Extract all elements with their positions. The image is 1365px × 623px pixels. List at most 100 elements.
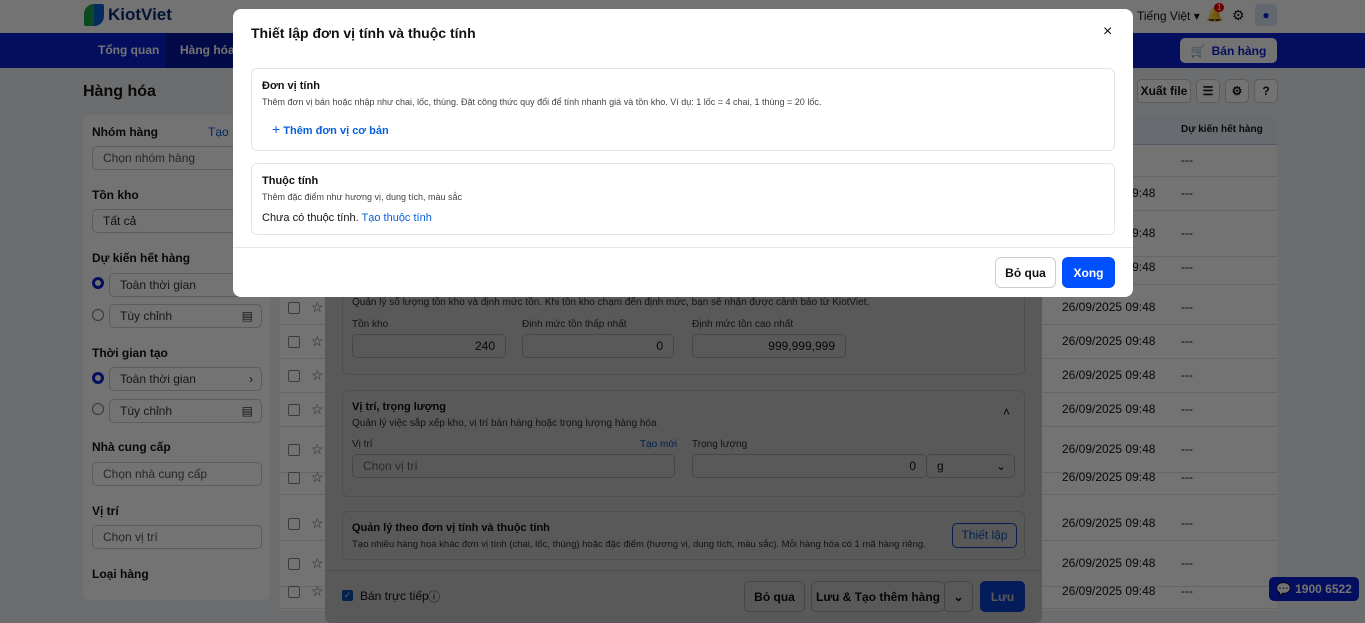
save-and-new-button[interactable]: Lưu & Tạo thêm hàng: [811, 581, 945, 612]
row-checkbox[interactable]: [288, 558, 300, 570]
star-icon[interactable]: ☆: [311, 515, 324, 532]
expected-out-of-stock: ---: [1181, 402, 1193, 416]
expected-out-of-stock: ---: [1181, 226, 1193, 240]
direct-sale-checkbox[interactable]: ✓: [342, 590, 353, 601]
created-date: 26/09/2025 09:48: [1062, 402, 1156, 416]
star-icon[interactable]: ☆: [311, 367, 324, 384]
sell-label: Bán hàng: [1211, 43, 1267, 58]
expected-out-of-stock: ---: [1181, 368, 1193, 382]
row-checkbox[interactable]: [288, 404, 300, 416]
add-base-unit-button[interactable]: + Thêm đơn vị cơ bản: [272, 121, 389, 137]
location-desc: Quản lý việc sắp xếp kho, vị trí bán hàn…: [352, 418, 657, 429]
unit-section: Đơn vị tính Thêm đơn vị bán hoặc nhập nh…: [251, 68, 1115, 151]
created-label: Thời gian tạo: [92, 346, 168, 360]
save-options-chevron-icon[interactable]: ⌄: [944, 581, 973, 612]
created-date: 26/09/2025 09:48: [1062, 556, 1156, 570]
location-title: Vị trí, trọng lượng: [352, 401, 446, 413]
created-date: 26/09/2025 09:48: [1062, 584, 1156, 598]
bell-icon[interactable]: 🔔 1: [1206, 3, 1225, 23]
star-icon[interactable]: ☆: [311, 441, 324, 458]
settings-icon[interactable]: ⚙: [1225, 79, 1249, 103]
info-icon[interactable]: ⓘ: [428, 588, 440, 605]
modal-divider: [233, 247, 1133, 248]
row-checkbox[interactable]: [288, 336, 300, 348]
row-checkbox[interactable]: [288, 302, 300, 314]
modal-cancel-button[interactable]: Bỏ qua: [995, 257, 1056, 288]
expected-label: Dự kiến hết hàng: [92, 251, 191, 265]
row-checkbox[interactable]: [288, 370, 300, 382]
sell-button[interactable]: 🛒 Bán hàng: [1180, 38, 1277, 63]
close-icon[interactable]: ×: [1103, 23, 1112, 41]
stock-input[interactable]: 240: [352, 334, 506, 358]
unit-desc: Thêm đơn vị bán hoặc nhập như chai, lốc,…: [262, 97, 822, 107]
page-title: Hàng hóa: [83, 83, 156, 100]
location-input[interactable]: Chọn vị trí: [352, 454, 675, 478]
expected-out-of-stock: ---: [1181, 470, 1193, 484]
unit-attr-title: Quản lý theo đơn vị tính và thuộc tính: [352, 522, 550, 534]
star-icon[interactable]: ☆: [311, 555, 324, 572]
created-date: 26/09/2025 09:48: [1062, 300, 1156, 314]
expected-custom-radio[interactable]: [92, 309, 104, 321]
kiotviet-logo-icon: [84, 4, 104, 26]
weight-unit-value: g: [937, 459, 944, 473]
attribute-title: Thuộc tính: [262, 175, 319, 187]
star-icon[interactable]: ☆: [311, 401, 324, 418]
min-stock-input[interactable]: 0: [522, 334, 674, 358]
star-icon[interactable]: ☆: [311, 583, 324, 600]
weight-input[interactable]: 0: [692, 454, 927, 478]
plus-icon: +: [272, 121, 281, 137]
created-date: 26/09/2025 09:48: [1062, 516, 1156, 530]
save-button[interactable]: Lưu: [980, 581, 1025, 612]
created-custom-radio[interactable]: [92, 403, 104, 415]
group-create-link[interactable]: Tạo: [208, 125, 229, 139]
nav-overview[interactable]: Tổng quan: [84, 33, 173, 68]
row-checkbox[interactable]: [288, 518, 300, 530]
columns-icon[interactable]: ☰: [1196, 79, 1220, 103]
add-base-unit-label: Thêm đơn vị cơ bản: [283, 125, 389, 137]
created-all-field[interactable]: Toàn thời gian ›: [109, 367, 262, 391]
row-checkbox[interactable]: [288, 586, 300, 598]
location-create-link[interactable]: Tạo mới: [640, 439, 677, 450]
star-icon[interactable]: ☆: [311, 333, 324, 350]
created-date: 26/09/2025 09:48: [1062, 334, 1156, 348]
location-label: Vị trí: [92, 504, 119, 518]
brand-logo[interactable]: KiotViet: [84, 4, 172, 26]
hotline-button[interactable]: 💬 1900 6522: [1269, 577, 1359, 601]
calendar-icon: ▤: [241, 404, 253, 418]
row-checkbox[interactable]: [288, 472, 300, 484]
expected-out-of-stock: ---: [1181, 516, 1193, 530]
created-custom-field[interactable]: Tùy chỉnh ▤: [109, 399, 262, 423]
language-select[interactable]: Tiếng Việt ▾: [1137, 9, 1200, 23]
form-skip-button[interactable]: Bỏ qua: [744, 581, 805, 612]
location-select[interactable]: Chọn vị trí: [92, 525, 262, 549]
create-attribute-link[interactable]: Tạo thuộc tính: [362, 212, 432, 224]
max-stock-label: Định mức tồn cao nhất: [692, 319, 794, 330]
expected-out-of-stock: ---: [1181, 260, 1193, 274]
gear-icon[interactable]: ⚙: [1232, 7, 1245, 24]
attribute-desc: Thêm đặc điểm như hương vị, dung tích, m…: [262, 192, 463, 202]
column-expected: Dự kiến hết hàng: [1181, 124, 1263, 135]
chevron-up-icon[interactable]: ˄: [1003, 405, 1010, 419]
weight-unit-select[interactable]: g ⌄: [926, 454, 1015, 478]
expected-custom-label: Tùy chỉnh: [120, 309, 173, 323]
help-icon[interactable]: ?: [1254, 79, 1278, 103]
star-icon[interactable]: ☆: [311, 469, 324, 486]
setup-button[interactable]: Thiết lập: [952, 523, 1017, 548]
created-custom-label: Tùy chỉnh: [120, 404, 173, 418]
unit-attribute-modal: Thiết lập đơn vị tính và thuộc tính × Đơ…: [233, 9, 1133, 297]
stock-desc: Quản lý số lượng tồn kho và định mức tồn…: [352, 297, 870, 308]
export-button[interactable]: Xuất file: [1137, 79, 1191, 103]
supplier-select[interactable]: Chọn nhà cung cấp: [92, 462, 262, 486]
created-all-radio[interactable]: [92, 372, 104, 384]
brand-name: KiotViet: [108, 5, 172, 24]
created-all-label: Toàn thời gian: [120, 372, 196, 386]
avatar[interactable]: ●: [1255, 4, 1277, 26]
row-checkbox[interactable]: [288, 444, 300, 456]
created-date: 26/09/2025 09:48: [1062, 470, 1156, 484]
max-stock-input[interactable]: 999,999,999: [692, 334, 846, 358]
expected-out-of-stock: ---: [1181, 584, 1193, 598]
modal-done-button[interactable]: Xong: [1062, 257, 1115, 288]
expected-custom-field[interactable]: Tùy chỉnh ▤: [109, 304, 262, 328]
star-icon[interactable]: ☆: [311, 299, 324, 316]
expected-all-radio[interactable]: [92, 277, 104, 289]
